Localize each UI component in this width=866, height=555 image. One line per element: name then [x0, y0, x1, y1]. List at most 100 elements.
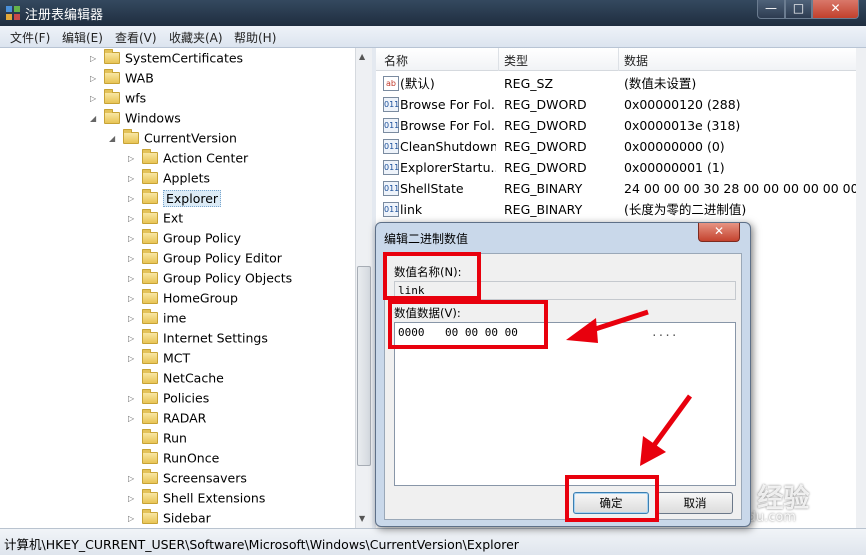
expand-icon[interactable]: ▷ — [90, 49, 100, 69]
tree-item-radar[interactable]: ▷ RADAR — [128, 408, 206, 428]
column-data[interactable]: 数据 — [624, 52, 648, 69]
expand-icon[interactable]: ▷ — [128, 209, 138, 229]
dialog-close-button[interactable]: ✕ — [698, 223, 740, 242]
menu-view[interactable]: 查看(V) — [115, 29, 157, 46]
tree-item-label: RADAR — [163, 410, 207, 426]
list-row[interactable]: ab (默认) REG_SZ (数值未设置) — [376, 73, 856, 94]
tree-item-wab[interactable]: ▷ WAB — [90, 68, 154, 88]
tree-item-run[interactable]: Run — [128, 428, 187, 448]
tree-item-runonce[interactable]: RunOnce — [128, 448, 219, 468]
tree-item-label: Shell Extensions — [163, 490, 266, 506]
expand-icon[interactable]: ▷ — [128, 249, 138, 269]
expand-icon[interactable]: ▷ — [128, 309, 138, 329]
binary-value-icon: 011 — [383, 139, 399, 154]
tree-item-policies[interactable]: ▷ Policies — [128, 388, 209, 408]
column-type[interactable]: 类型 — [504, 52, 528, 69]
collapse-icon[interactable]: ◢ — [109, 129, 119, 149]
value-type: REG_SZ — [504, 76, 554, 91]
expand-icon[interactable]: ▷ — [128, 329, 138, 349]
maximize-button[interactable]: □ — [785, 0, 812, 19]
tree-item-applets[interactable]: ▷ Applets — [128, 168, 210, 188]
tree-item-label: RunOnce — [163, 450, 220, 466]
tree-item-label: ime — [163, 310, 187, 326]
value-data: 0x00000001 (1) — [624, 160, 725, 175]
tree-item-netcache[interactable]: NetCache — [128, 368, 224, 388]
cancel-button[interactable]: 取消 — [657, 492, 733, 514]
scroll-up-icon[interactable]: ▲ — [359, 52, 365, 61]
folder-icon — [142, 188, 158, 204]
menu-file[interactable]: 文件(F) — [10, 29, 50, 46]
tree-item-action-center[interactable]: ▷ Action Center — [128, 148, 248, 168]
tree-item-explorer[interactable]: ▷ Explorer — [128, 188, 222, 209]
expand-icon[interactable]: ▷ — [128, 349, 138, 369]
tree-item-label: Run — [163, 430, 187, 446]
value-name: ExplorerStartu... — [400, 160, 496, 175]
tree-item-group-policy[interactable]: ▷ Group Policy — [128, 228, 241, 248]
close-button[interactable]: ✕ — [812, 0, 859, 19]
tree-item-label: MCT — [163, 350, 191, 366]
binary-value-icon: 011 — [383, 118, 399, 133]
tree-item-screensavers[interactable]: ▷ Screensavers — [128, 468, 247, 488]
tree-item-systemcertificates[interactable]: ▷ SystemCertificates — [90, 48, 243, 68]
menu-help[interactable]: 帮助(H) — [234, 29, 276, 46]
value-name: ShellState — [400, 181, 464, 196]
tree-item-windows[interactable]: ◢ Windows — [90, 108, 181, 128]
expand-icon[interactable]: ▷ — [90, 89, 100, 109]
minimize-button[interactable]: — — [757, 0, 785, 19]
list-scrollbar[interactable] — [856, 48, 866, 528]
list-row[interactable]: 011 Browse For Fol... REG_DWORD 0x00000120 … — [376, 94, 856, 115]
value-data: (长度为零的二进制值) — [624, 202, 747, 217]
binary-value-icon: 011 — [383, 181, 399, 196]
expand-icon[interactable]: ▷ — [128, 469, 138, 489]
tree-item-group-policy-objects[interactable]: ▷ Group Policy Objects — [128, 268, 292, 288]
list-row[interactable]: 011 link REG_BINARY (长度为零的二进制值) — [376, 199, 856, 220]
list-row[interactable]: 011 ExplorerStartu... REG_DWORD 0x00000001 … — [376, 157, 856, 178]
tree-item-currentversion[interactable]: ◢ CurrentVersion — [109, 128, 237, 148]
expand-icon[interactable]: ▷ — [128, 409, 138, 429]
expand-icon[interactable]: ▷ — [128, 389, 138, 409]
tree-item-ime[interactable]: ▷ ime — [128, 308, 186, 328]
folder-icon — [142, 148, 158, 164]
menu-favorites[interactable]: 收藏夹(A) — [169, 29, 223, 46]
menu-edit[interactable]: 编辑(E) — [62, 29, 103, 46]
tree-item-internet-settings[interactable]: ▷ Internet Settings — [128, 328, 268, 348]
tree-item-mct[interactable]: ▷ MCT — [128, 348, 190, 368]
expand-icon[interactable]: ▷ — [128, 509, 138, 529]
tree-item-sidebar[interactable]: ▷ Sidebar — [128, 508, 211, 528]
tree-item-label: CurrentVersion — [144, 130, 237, 146]
tree-item-group-policy-editor[interactable]: ▷ Group Policy Editor — [128, 248, 282, 268]
expand-icon[interactable]: ▷ — [128, 269, 138, 289]
folder-icon — [142, 488, 158, 504]
dialog-title: 编辑二进制数值 — [384, 232, 469, 246]
column-divider[interactable] — [618, 48, 619, 71]
expand-icon[interactable]: ▷ — [128, 189, 138, 209]
column-name[interactable]: 名称 — [384, 52, 408, 69]
tree-item-homegroup[interactable]: ▷ HomeGroup — [128, 288, 238, 308]
scroll-down-icon[interactable]: ▼ — [359, 514, 365, 523]
expand-icon[interactable]: ▷ — [90, 69, 100, 89]
expand-icon[interactable]: ▷ — [128, 289, 138, 309]
expand-icon[interactable]: ▷ — [128, 229, 138, 249]
tree-item-ext[interactable]: ▷ Ext — [128, 208, 183, 228]
column-divider[interactable] — [498, 48, 499, 71]
expand-icon[interactable]: ▷ — [128, 169, 138, 189]
scroll-thumb[interactable] — [357, 266, 371, 466]
list-row[interactable]: 011 ShellState REG_BINARY 24 00 00 00 30 28… — [376, 178, 856, 199]
tree-item-wfs[interactable]: ▷ wfs — [90, 88, 146, 108]
value-data: (数值未设置) — [624, 76, 697, 91]
expand-icon[interactable]: ▷ — [128, 489, 138, 509]
menu-bar: 文件(F) 编辑(E) 查看(V) 收藏夹(A) 帮助(H) — [0, 26, 866, 48]
list-row[interactable]: 011 CleanShutdown REG_DWORD 0x00000000 (0) — [376, 136, 856, 157]
value-type: REG_DWORD — [504, 118, 587, 133]
tree-item-label: Screensavers — [163, 470, 247, 486]
tree-item-shell-extensions[interactable]: ▷ Shell Extensions — [128, 488, 265, 508]
expand-icon[interactable]: ▷ — [128, 149, 138, 169]
value-name: Browse For Fol... — [400, 97, 496, 112]
list-row[interactable]: 011 Browse For Fol... REG_DWORD 0x0000013e … — [376, 115, 856, 136]
value-data: 24 00 00 00 30 28 00 00 00 00 00 00 — [624, 181, 856, 196]
folder-open-icon — [104, 108, 120, 124]
folder-icon — [142, 328, 158, 344]
collapse-icon[interactable]: ◢ — [90, 109, 100, 129]
folder-icon — [142, 448, 158, 464]
tree-scrollbar[interactable]: ▲ ▼ — [355, 48, 372, 528]
